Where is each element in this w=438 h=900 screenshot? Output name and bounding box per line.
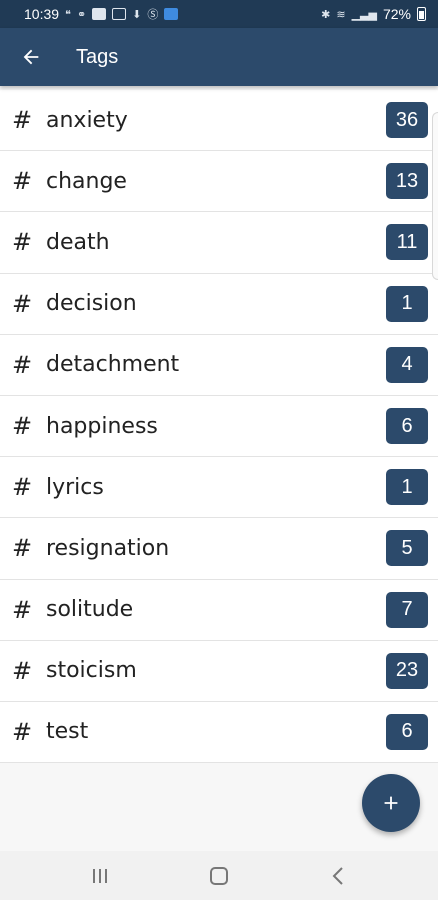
tag-label-group: # solitude [12, 596, 133, 624]
notification-app-icon [164, 8, 179, 20]
hash-icon: # [12, 412, 33, 441]
wifi-icon: ≋ [336, 8, 346, 21]
tag-row[interactable]: # detachment 4 [0, 335, 438, 396]
tag-label-group: # anxiety [12, 106, 128, 134]
tag-label-group: # decision [12, 290, 137, 318]
tag-name: test [46, 719, 89, 745]
hash-icon: # [12, 473, 33, 502]
tag-count-badge: 1 [386, 469, 428, 506]
tag-row[interactable]: # resignation 5 [0, 518, 438, 580]
tag-label-group: # resignation [12, 534, 169, 562]
tag-row[interactable]: # solitude 7 [0, 580, 438, 641]
tag-name: anxiety [46, 107, 128, 133]
tag-count-badge: 23 [386, 652, 428, 689]
notification-link-icon: ⚭ [76, 8, 87, 21]
tag-row[interactable]: # test 6 [0, 702, 438, 764]
tag-label-group: # lyrics [12, 473, 104, 501]
recents-button[interactable] [70, 856, 130, 896]
recents-icon [92, 868, 107, 883]
hash-icon: # [12, 167, 33, 196]
hash-icon: # [12, 534, 33, 563]
tag-count-badge: 1 [386, 285, 428, 322]
tag-row[interactable]: # lyrics 1 [0, 457, 438, 519]
hash-icon: # [12, 106, 33, 135]
scroll-edge-indicator [432, 112, 438, 280]
hash-icon: # [12, 228, 33, 257]
back-button[interactable] [0, 28, 62, 86]
notification-quote-icon: ❝ [65, 8, 71, 21]
tag-name: happiness [46, 413, 158, 439]
tag-name: solitude [46, 597, 134, 623]
notification-message-icon [112, 8, 127, 20]
tag-count-badge: 36 [386, 102, 428, 139]
tag-label-group: # stoicism [12, 657, 137, 685]
tag-name: death [46, 229, 110, 255]
tag-name: lyrics [46, 474, 104, 500]
tag-label-group: # change [12, 167, 127, 195]
add-tag-button[interactable] [362, 774, 420, 832]
tag-row[interactable]: # anxiety 36 [0, 90, 438, 152]
home-icon [209, 866, 228, 885]
tag-label-group: # test [12, 718, 88, 746]
tag-count-badge: 5 [386, 530, 428, 567]
tag-count-badge: 6 [386, 408, 428, 445]
tag-row[interactable]: # decision 1 [0, 274, 438, 335]
status-left: 10:39 ❝ ⚭ ⬇ Ⓢ [24, 6, 179, 22]
tag-label-group: # death [12, 228, 110, 256]
tag-count-badge: 7 [386, 591, 428, 628]
status-time: 10:39 [24, 6, 60, 22]
signal-icon: ▁▃▅ [351, 8, 377, 21]
tag-count-badge: 4 [386, 346, 428, 383]
notification-download-icon: ⬇ [132, 8, 142, 21]
tag-count-badge: 11 [386, 224, 428, 261]
tag-name: resignation [46, 535, 170, 561]
plus-icon [384, 796, 398, 810]
tag-label-group: # happiness [12, 412, 158, 440]
battery-icon [417, 7, 426, 21]
tag-name: detachment [46, 352, 180, 378]
hash-icon: # [12, 289, 33, 318]
battery-percent: 72% [382, 6, 411, 22]
system-nav-bar [0, 851, 438, 900]
tag-count-badge: 6 [386, 713, 428, 750]
bluetooth-icon: ✱ [321, 8, 331, 21]
status-bar: 10:39 ❝ ⚭ ⬇ Ⓢ ✱ ≋ ▁▃▅ 72% [0, 0, 438, 28]
status-right: ✱ ≋ ▁▃▅ 72% [321, 6, 426, 22]
notification-gallery-icon [92, 8, 107, 20]
tag-row[interactable]: # happiness 6 [0, 396, 438, 458]
app-bar: Tags [0, 28, 438, 86]
home-button[interactable] [189, 856, 249, 896]
tag-list: # anxiety 36 # change 13 # death 11 # decision 1 # de… [0, 90, 438, 764]
arrow-back-icon [23, 49, 39, 65]
notification-dollar-icon: Ⓢ [147, 9, 159, 21]
page-title: Tags [76, 45, 119, 68]
tag-count-badge: 13 [386, 163, 428, 200]
chevron-left-icon [332, 866, 344, 885]
tag-name: stoicism [46, 658, 137, 684]
hash-icon: # [12, 656, 33, 685]
hash-icon: # [12, 595, 33, 624]
tag-row[interactable]: # change 13 [0, 151, 438, 213]
tag-row[interactable]: # stoicism 23 [0, 641, 438, 702]
system-back-button[interactable] [308, 856, 368, 896]
hash-icon: # [12, 350, 33, 379]
hash-icon: # [12, 717, 33, 746]
tag-row[interactable]: # death 11 [0, 212, 438, 274]
tag-label-group: # detachment [12, 351, 179, 379]
tag-name: decision [46, 291, 137, 317]
tag-name: change [46, 168, 127, 194]
